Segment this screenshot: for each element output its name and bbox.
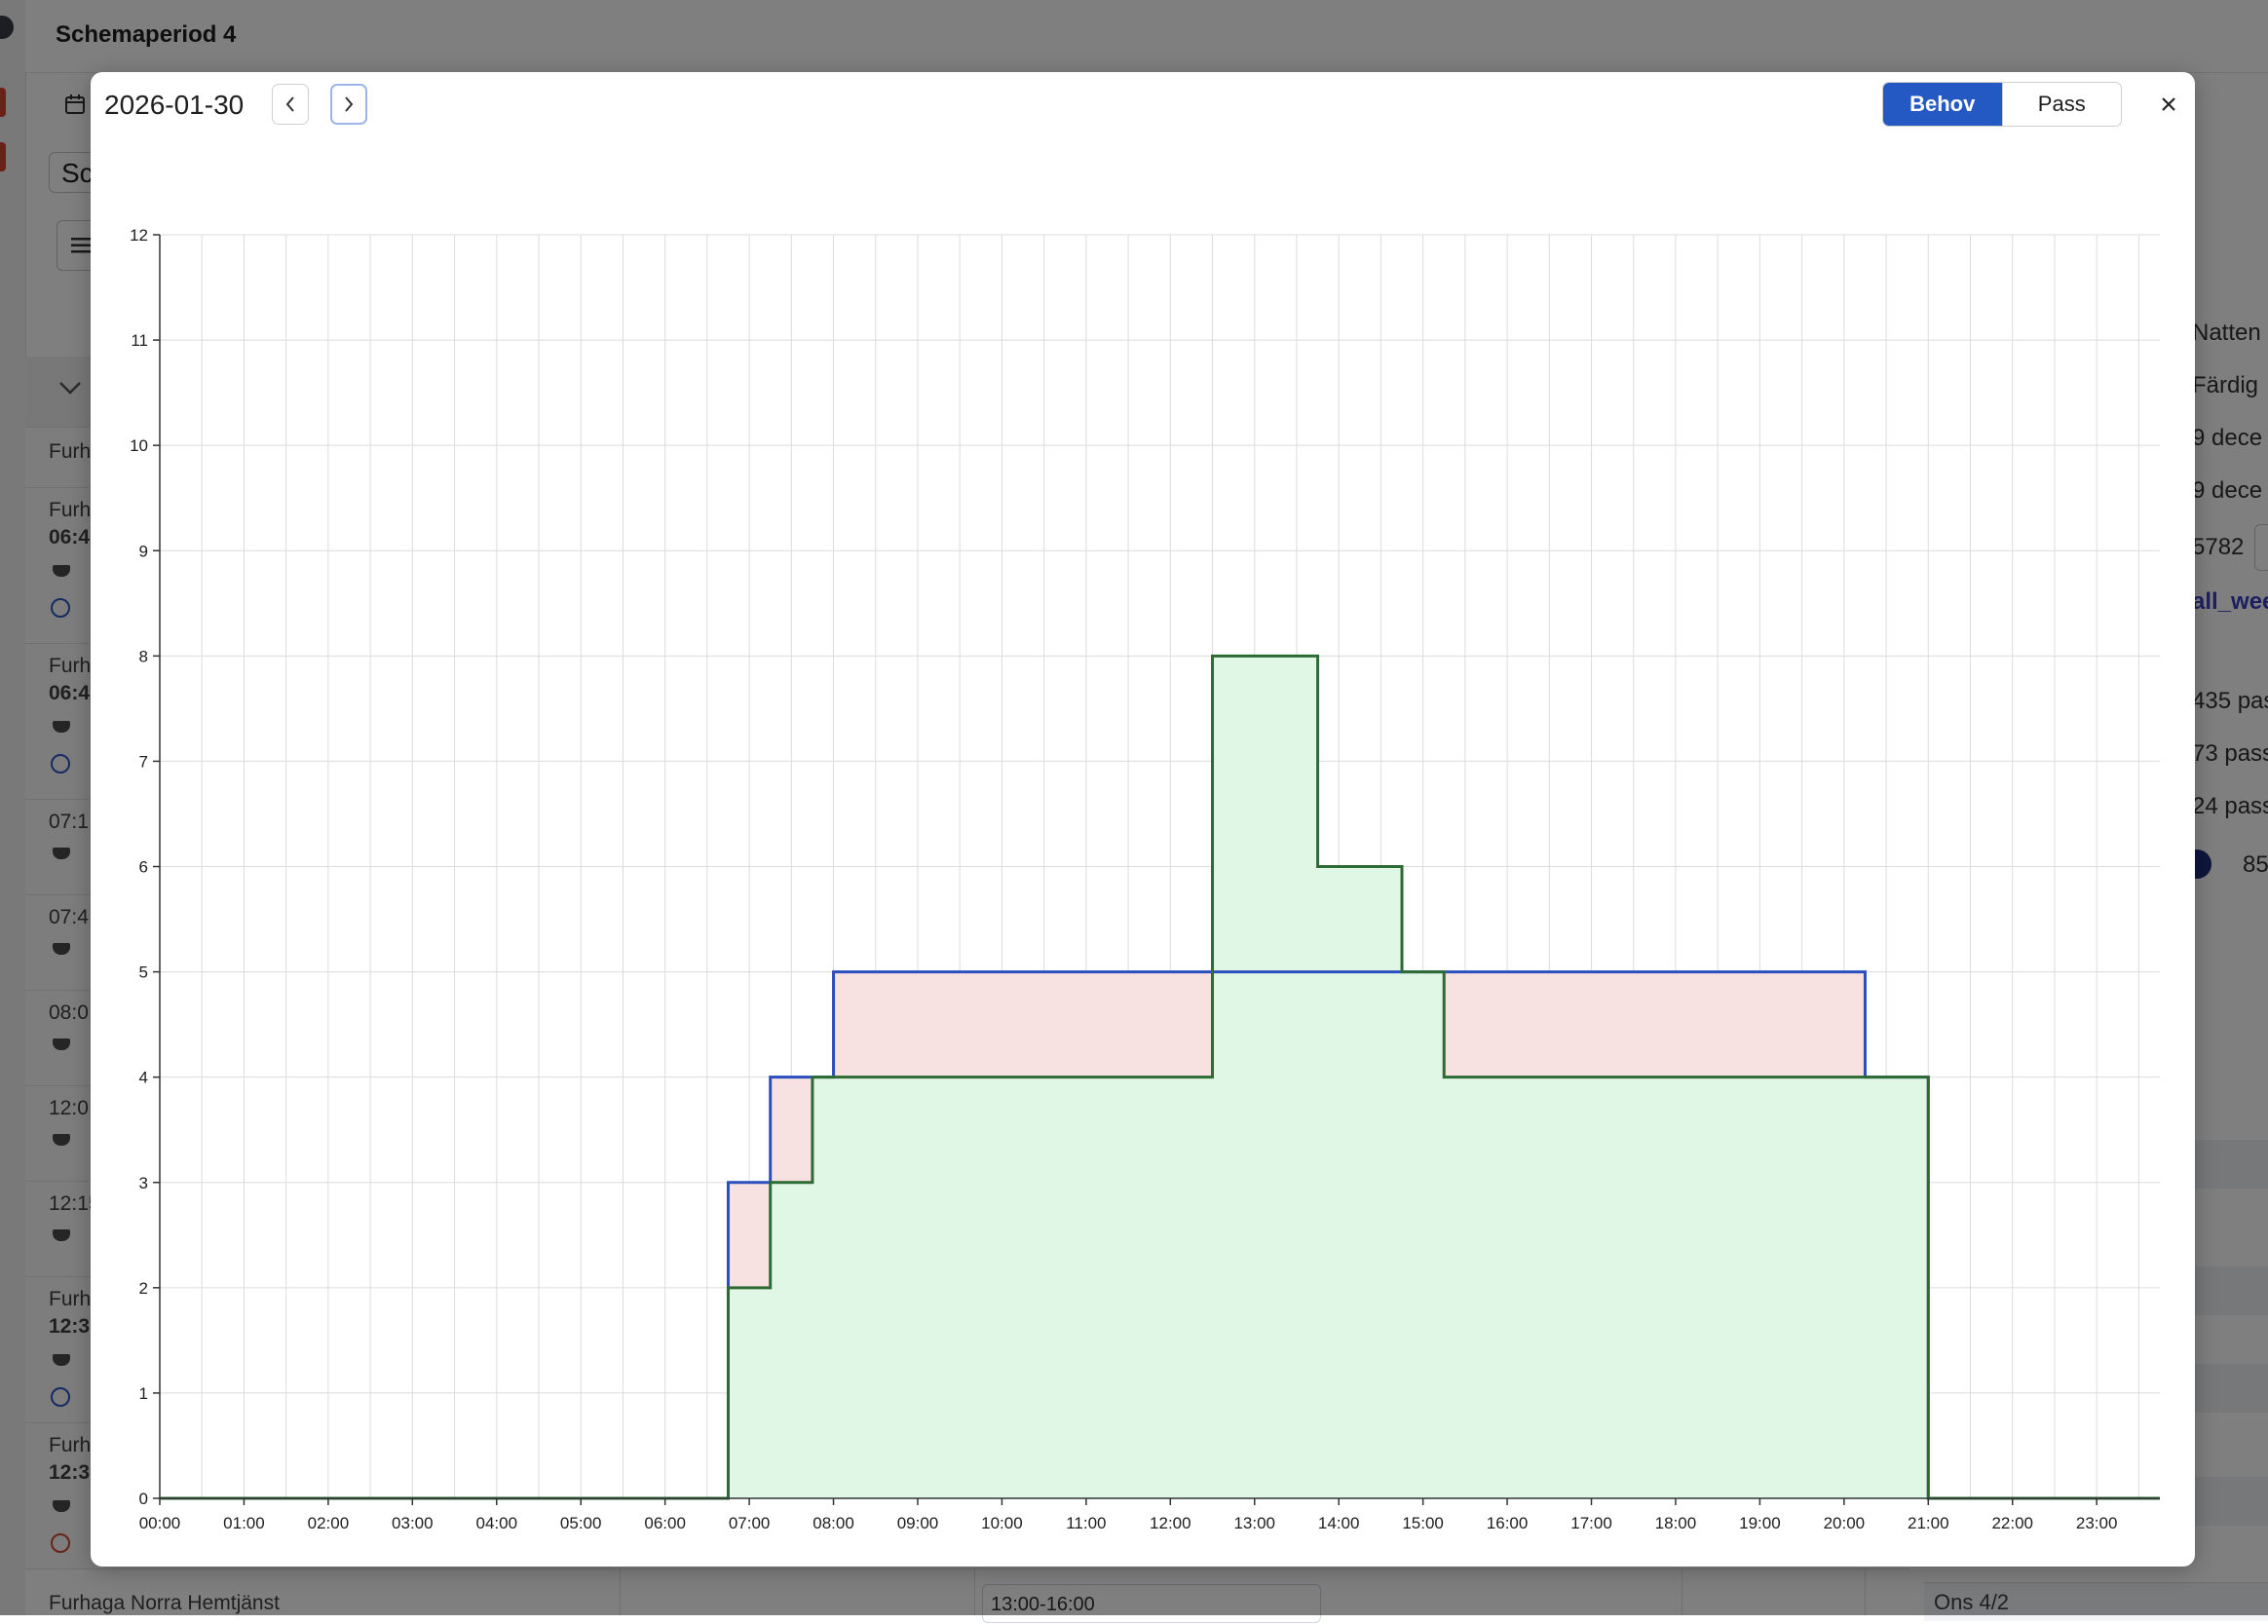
x-tick-label: 17:00 [1570, 1514, 1612, 1532]
y-tick-label: 3 [139, 1174, 148, 1192]
x-tick-label: 16:00 [1487, 1514, 1529, 1532]
y-tick-label: 10 [130, 436, 148, 455]
x-tick-label: 02:00 [308, 1514, 350, 1532]
x-tick-label: 11:00 [1066, 1514, 1106, 1532]
shortage-area [833, 971, 1213, 1077]
x-tick-label: 23:00 [2076, 1514, 2118, 1532]
x-tick-label: 04:00 [475, 1514, 517, 1532]
x-tick-label: 13:00 [1233, 1514, 1275, 1532]
y-tick-label: 5 [139, 963, 148, 982]
x-tick-label: 08:00 [813, 1514, 854, 1532]
y-tick-label: 11 [131, 331, 148, 350]
y-tick-label: 1 [139, 1384, 148, 1403]
staffing-chart: 012345678910111200:00 01:00 02:00 03:00 04:0… [130, 226, 2160, 1532]
x-tick-label: 12:00 [1150, 1514, 1191, 1532]
x-tick-label: 19:00 [1739, 1514, 1781, 1532]
y-tick-label: 9 [139, 542, 148, 560]
x-tick-label: 20:00 [1824, 1514, 1866, 1532]
x-tick-label: 10:00 [981, 1514, 1023, 1532]
y-tick-label: 2 [139, 1279, 148, 1298]
y-tick-label: 12 [130, 226, 148, 245]
x-tick-label: 09:00 [897, 1514, 939, 1532]
y-tick-label: 4 [139, 1069, 148, 1087]
y-tick-label: 6 [139, 858, 148, 877]
x-tick-label: 00:00 [139, 1514, 181, 1532]
x-tick-label: 15:00 [1402, 1514, 1444, 1532]
x-tick-label: 14:00 [1318, 1514, 1360, 1532]
x-tick-label: 03:00 [392, 1514, 434, 1532]
x-tick-label: 06:00 [644, 1514, 686, 1532]
y-tick-label: 7 [139, 752, 148, 771]
y-tick-label: 8 [139, 647, 148, 665]
shortage-area [1444, 971, 1866, 1077]
x-tick-label: 07:00 [729, 1514, 771, 1532]
x-tick-label: 18:00 [1655, 1514, 1697, 1532]
x-tick-label: 01:00 [223, 1514, 265, 1532]
x-tick-label: 21:00 [1908, 1514, 1949, 1532]
y-tick-label: 0 [139, 1490, 148, 1508]
x-tick-label: 05:00 [560, 1514, 602, 1532]
shortage-area [770, 1076, 813, 1183]
demand-chart-dialog: 2026-01-30 Behov Pass 0 1 2 3 4 5 6 7 8 9 10 11 12 00… [91, 72, 2195, 1567]
shortage-area [728, 1182, 771, 1288]
x-tick-label: 22:00 [1991, 1514, 2033, 1532]
